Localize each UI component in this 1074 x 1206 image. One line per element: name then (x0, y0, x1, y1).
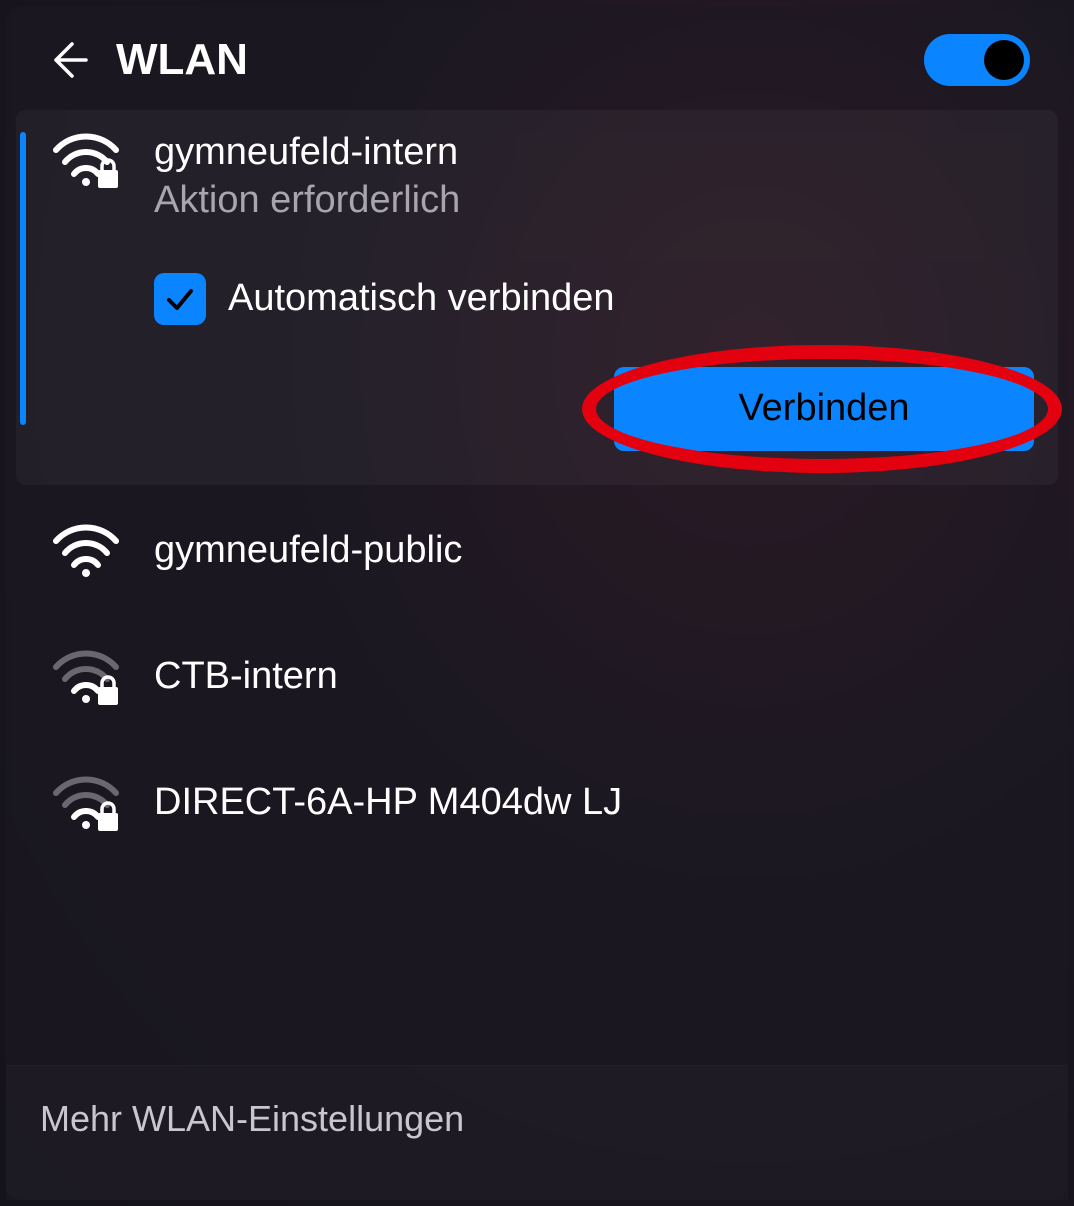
auto-connect-label: Automatisch verbinden (228, 277, 615, 320)
wifi-open-icon (52, 521, 120, 581)
toggle-knob (984, 40, 1024, 80)
wifi-toggle[interactable] (924, 34, 1030, 86)
network-item-expanded[interactable]: gymneufeld-intern Aktion erforderlich Au… (16, 110, 1058, 485)
header: WLAN (6, 6, 1068, 110)
auto-connect-checkbox[interactable] (154, 273, 206, 325)
network-status: Aktion erforderlich (154, 176, 1034, 225)
wifi-secured-icon (52, 130, 120, 190)
connect-button[interactable]: Verbinden (614, 367, 1034, 451)
header-title: WLAN (116, 35, 924, 85)
network-ssid: gymneufeld-intern (154, 130, 1034, 176)
network-list: gymneufeld-intern Aktion erforderlich Au… (6, 110, 1068, 1065)
wifi-flyout-panel: WLAN gymneufeld-inter (6, 6, 1068, 1200)
check-icon (164, 283, 196, 315)
network-item[interactable]: CTB-intern (16, 617, 1058, 737)
back-button[interactable] (44, 36, 92, 84)
network-ssid: gymneufeld-public (154, 528, 1034, 574)
more-wifi-settings[interactable]: Mehr WLAN-Einstellungen (6, 1065, 1068, 1200)
network-ssid: CTB-intern (154, 654, 1034, 700)
back-arrow-icon (48, 40, 88, 80)
network-ssid: DIRECT-6A-HP M404dw LJ (154, 780, 1034, 826)
network-item[interactable]: gymneufeld-public (16, 491, 1058, 611)
network-item[interactable]: DIRECT-6A-HP M404dw LJ (16, 743, 1058, 863)
more-wifi-settings-label: Mehr WLAN-Einstellungen (40, 1098, 1034, 1140)
wifi-secured-weak-icon (52, 647, 120, 707)
wifi-secured-weak-icon (52, 773, 120, 833)
